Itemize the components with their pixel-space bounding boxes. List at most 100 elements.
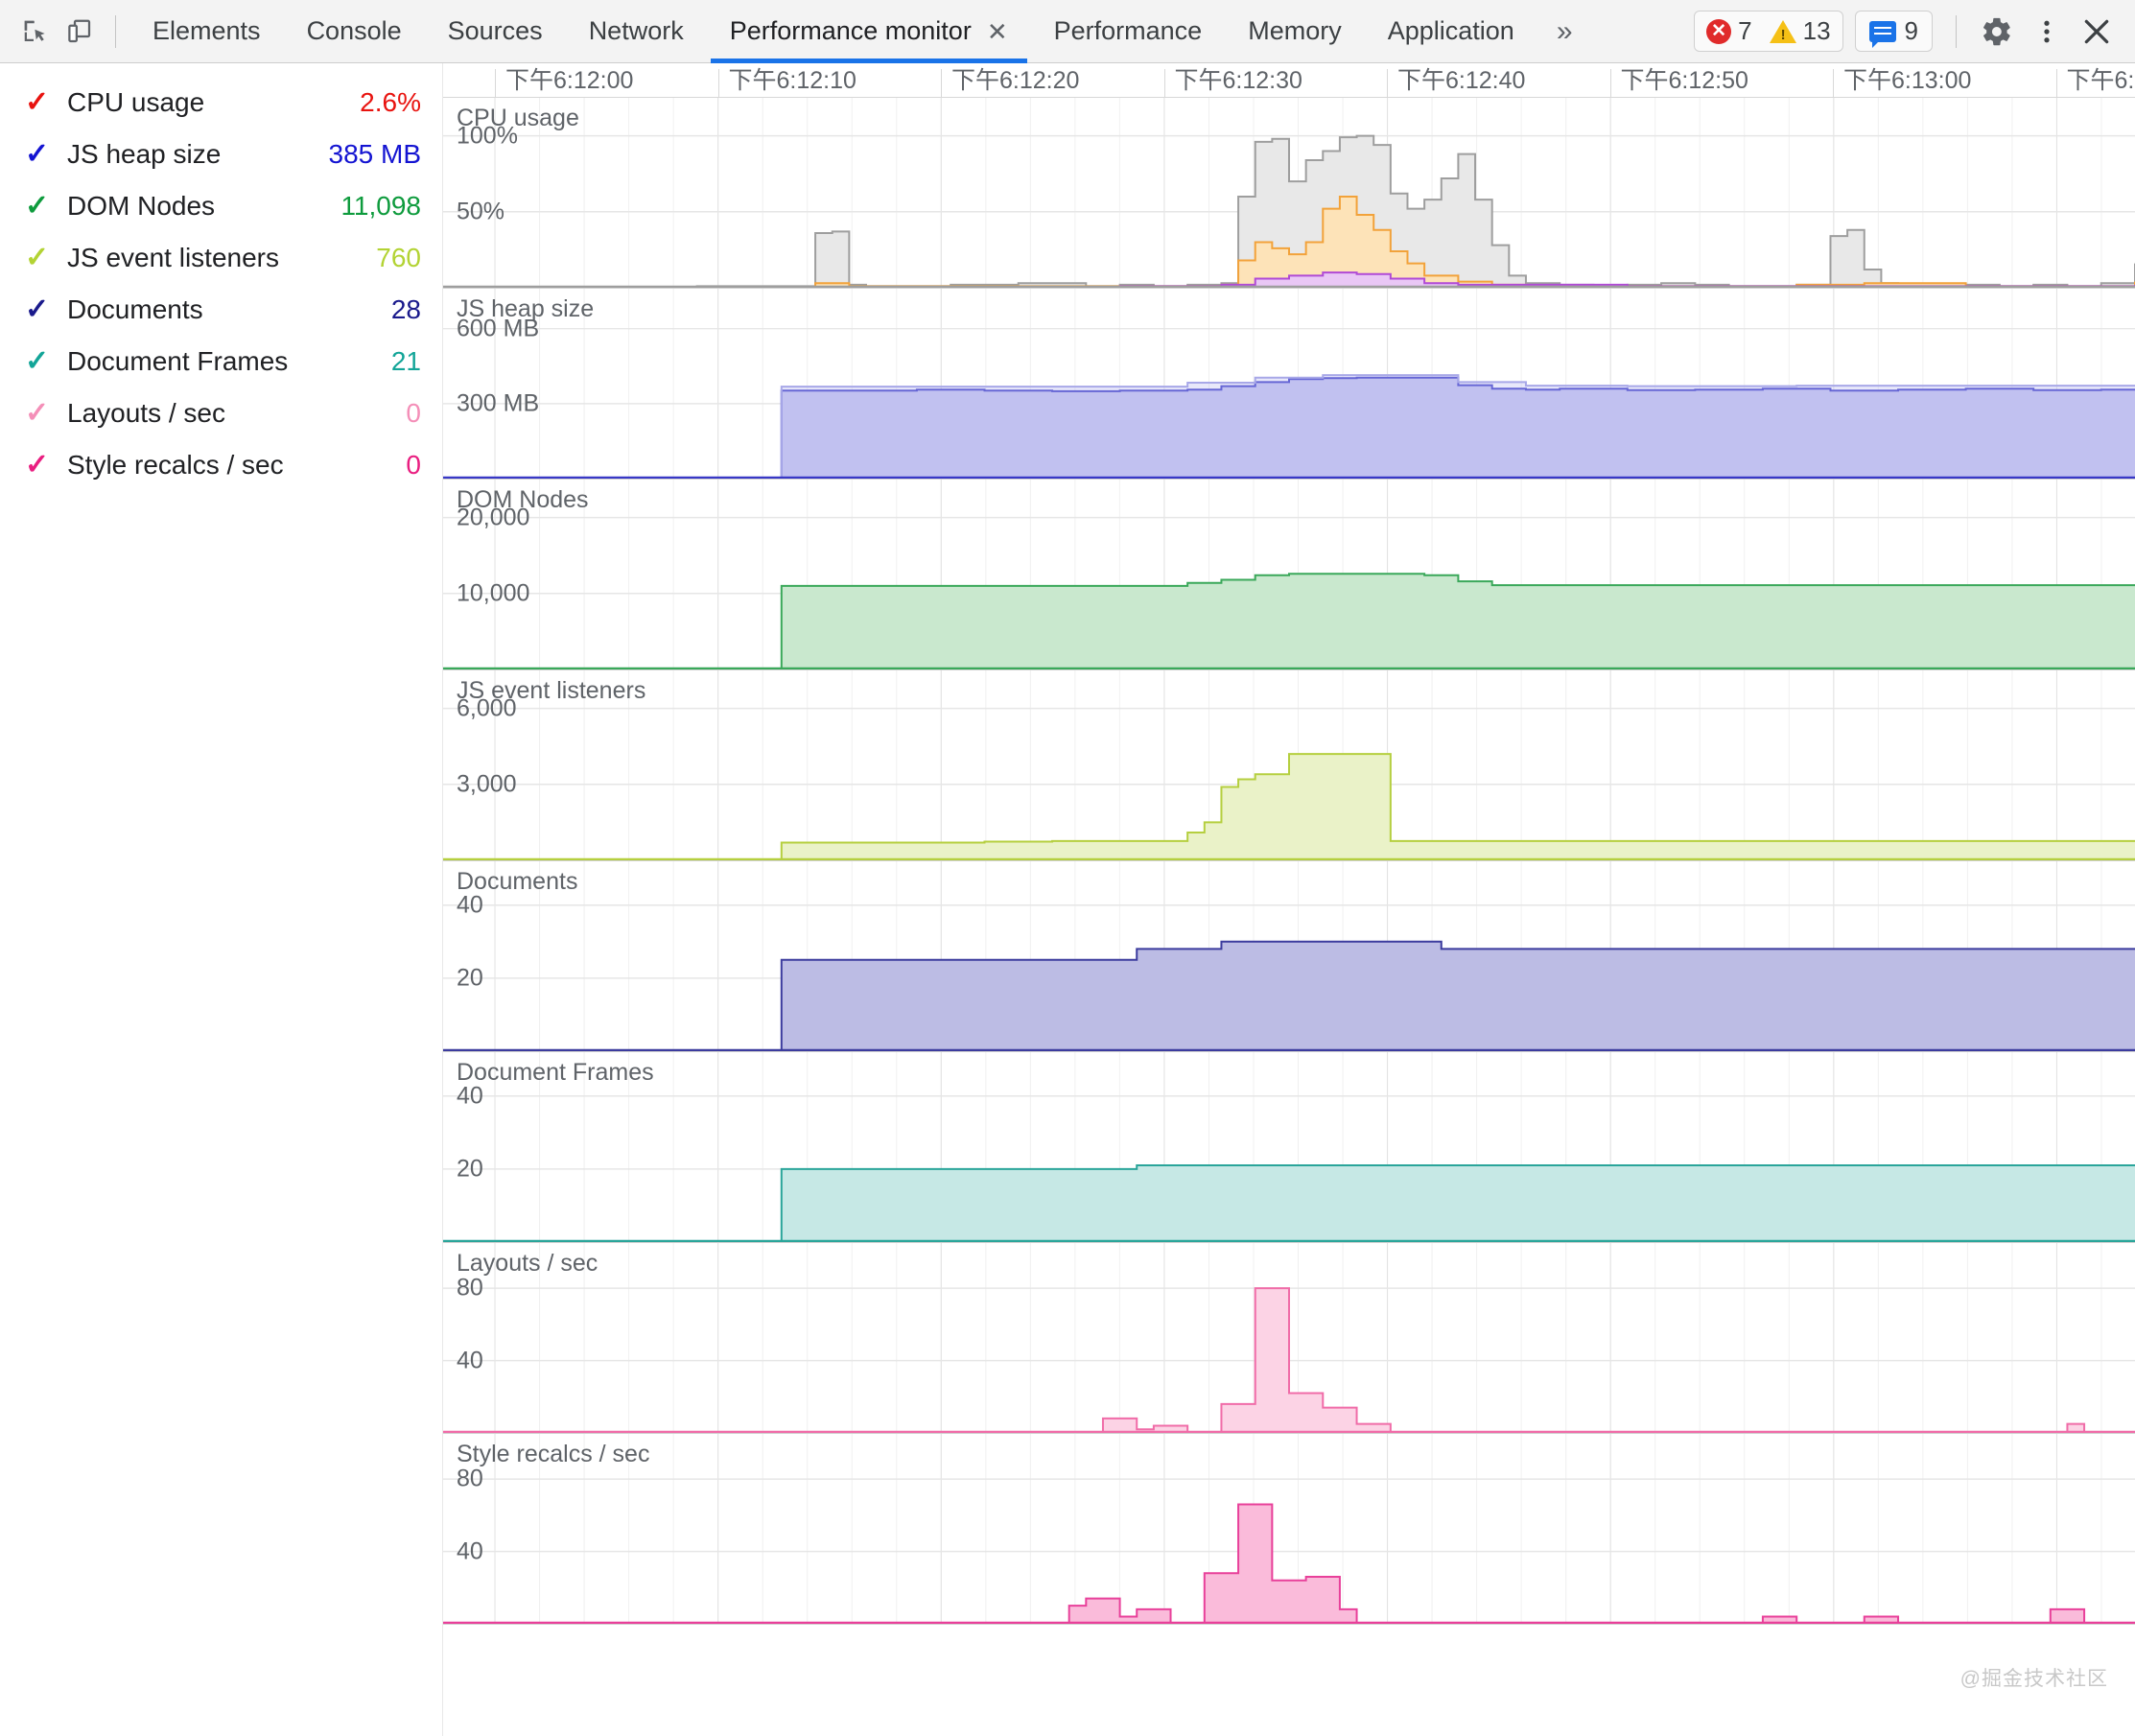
gear-icon[interactable] xyxy=(1972,7,2022,57)
chart-y-tick-label: 600 MB xyxy=(457,315,540,342)
chart-title: Document Frames xyxy=(457,1059,654,1086)
device-toolbar-icon[interactable] xyxy=(58,10,102,54)
error-count: 7 xyxy=(1738,16,1752,45)
timeline-tick-label: 下午6:13:00 xyxy=(1833,69,1971,98)
timeline-tick-label: 下午6:13:10 xyxy=(2055,69,2135,98)
checkmark-icon[interactable]: ✓ xyxy=(25,347,54,376)
tab-performance-monitor[interactable]: Performance monitor ✕ xyxy=(707,0,1031,63)
chart-y-tick-label: 10,000 xyxy=(457,579,530,607)
metric-row-js-heap-size[interactable]: ✓ JS heap size 385 MB xyxy=(0,129,442,180)
performance-monitor-body: ✓ CPU usage 2.6% ✓ JS heap size 385 MB ✓… xyxy=(0,63,2135,1736)
metric-label: JS heap size xyxy=(67,139,222,169)
inspect-element-icon[interactable] xyxy=(13,10,58,54)
metric-row-style-recalcs-per-sec[interactable]: ✓ Style recalcs / sec 0 xyxy=(0,439,442,491)
metric-label: Style recalcs / sec xyxy=(67,450,284,480)
chart-y-tick-label: 80 xyxy=(457,1274,483,1302)
tab-close-icon[interactable]: ✕ xyxy=(987,19,1008,44)
metric-row-js-event-listeners[interactable]: ✓ JS event listeners 760 xyxy=(0,232,442,284)
checkmark-icon[interactable]: ✓ xyxy=(25,295,54,324)
metric-value: 0 xyxy=(406,398,421,428)
tab-memory[interactable]: Memory xyxy=(1225,0,1365,63)
metric-label: JS event listeners xyxy=(67,243,279,272)
metrics-sidebar: ✓ CPU usage 2.6% ✓ JS heap size 385 MB ✓… xyxy=(0,63,443,1736)
chart-plot xyxy=(443,861,2135,1051)
warning-count: 13 xyxy=(1802,16,1831,45)
checkmark-icon[interactable]: ✓ xyxy=(25,88,54,117)
chart-dom-nodes[interactable]: DOM Nodes 20,000 10,000 xyxy=(443,480,2135,670)
chart-layouts-sec[interactable]: Layouts / sec 80 40 xyxy=(443,1243,2135,1434)
tab-application[interactable]: Application xyxy=(1365,0,1537,63)
issues-badge-group[interactable]: ✕ 7 13 xyxy=(1694,11,1843,52)
metric-value: 11,098 xyxy=(340,191,421,221)
panel-tabs: Elements Console Sources Network Perform… xyxy=(129,0,1537,63)
watermark: @掘金技术社区 xyxy=(1959,1668,2108,1690)
chart-y-tick-label: 40 xyxy=(457,891,483,919)
devtools-toolbar: Elements Console Sources Network Perform… xyxy=(0,0,2135,63)
chart-area-frames xyxy=(443,1165,2135,1242)
warning-icon xyxy=(1769,19,1796,43)
metric-row-documents[interactable]: ✓ Documents 28 xyxy=(0,284,442,336)
checkmark-icon[interactable]: ✓ xyxy=(25,451,54,480)
chart-y-tick-label: 6,000 xyxy=(457,694,517,722)
chart-y-tick-label: 40 xyxy=(457,1537,483,1565)
message-icon xyxy=(1868,20,1896,48)
toolbar-right-group: ✕ 7 13 9 xyxy=(1694,7,2122,57)
tab-sources[interactable]: Sources xyxy=(425,0,566,63)
tab-label: Sources xyxy=(447,16,543,45)
tab-label: Performance xyxy=(1053,16,1203,45)
chart-y-tick-label: 50% xyxy=(457,198,505,225)
metric-row-document-frames[interactable]: ✓ Document Frames 21 xyxy=(0,336,442,387)
checkmark-icon[interactable]: ✓ xyxy=(25,399,54,428)
timeline-tick-label: 下午6:12:10 xyxy=(717,69,856,98)
warning-badge[interactable]: 13 xyxy=(1769,16,1831,46)
chart-style-recalcs-sec[interactable]: Style recalcs / sec 80 40 xyxy=(443,1434,2135,1625)
metric-row-layouts-per-sec[interactable]: ✓ Layouts / sec 0 xyxy=(0,387,442,439)
chart-document-frames[interactable]: Document Frames 40 20 xyxy=(443,1052,2135,1243)
checkmark-icon[interactable]: ✓ xyxy=(25,192,54,221)
checkmark-icon[interactable]: ✓ xyxy=(25,140,54,169)
error-badge[interactable]: ✕ 7 xyxy=(1706,16,1752,46)
tab-console[interactable]: Console xyxy=(284,0,425,63)
kebab-menu-icon[interactable] xyxy=(2022,7,2072,57)
timeline-tick-label: 下午6:12:50 xyxy=(1609,69,1748,98)
metric-value: 0 xyxy=(406,450,421,480)
metric-row-dom-nodes[interactable]: ✓ DOM Nodes 11,098 xyxy=(0,180,442,232)
chart-area-dom-nodes xyxy=(443,574,2135,669)
tab-network[interactable]: Network xyxy=(566,0,707,63)
close-icon[interactable] xyxy=(2072,7,2122,57)
checkmark-icon[interactable]: ✓ xyxy=(25,244,54,272)
chart-plot xyxy=(443,289,2135,479)
tab-label: Performance monitor xyxy=(729,16,972,45)
tab-label: Network xyxy=(588,16,684,45)
chart-js-heap-size[interactable]: JS heap size 600 MB 300 MB xyxy=(443,289,2135,480)
metric-value: 2.6% xyxy=(360,87,421,117)
message-badge-group[interactable]: 9 xyxy=(1854,11,1933,52)
chart-cpu-usage[interactable]: CPU usage 100% 50% xyxy=(443,98,2135,289)
error-icon: ✕ xyxy=(1706,18,1732,44)
chart-area-total-heap xyxy=(443,375,2135,479)
chart-documents[interactable]: Documents 40 20 xyxy=(443,861,2135,1052)
metric-value: 760 xyxy=(376,243,421,272)
metric-value: 385 MB xyxy=(328,139,422,169)
chart-title: Style recalcs / sec xyxy=(457,1441,650,1467)
chart-plot xyxy=(443,480,2135,669)
chart-js-event-listeners[interactable]: JS event listeners 6,000 3,000 xyxy=(443,670,2135,861)
toolbar-divider xyxy=(115,14,116,48)
chart-area-style-recalcs xyxy=(443,1504,2135,1624)
tab-elements[interactable]: Elements xyxy=(129,0,284,63)
chart-plot xyxy=(443,1243,2135,1433)
message-count: 9 xyxy=(1904,16,1918,45)
metric-value: 21 xyxy=(390,346,421,376)
metric-label: Layouts / sec xyxy=(67,398,225,428)
charts-pane[interactable]: 下午6:12:00 下午6:12:10 下午6:12:20 下午6:12:30 下午6:… xyxy=(443,63,2135,1736)
metric-row-cpu-usage[interactable]: ✓ CPU usage 2.6% xyxy=(0,77,442,129)
timeline-tick-label: 下午6:12:20 xyxy=(941,69,1079,98)
more-tabs-chevron-icon[interactable]: » xyxy=(1537,0,1592,63)
chart-plot xyxy=(443,1052,2135,1242)
timeline-tick-label: 下午6:12:40 xyxy=(1387,69,1525,98)
charts-host: CPU usage 100% 50% JS heap size 600 MB 300 MB… xyxy=(443,98,2135,1625)
metric-label: Documents xyxy=(67,294,203,324)
tab-label: Application xyxy=(1387,16,1514,45)
tab-performance[interactable]: Performance xyxy=(1031,0,1226,63)
timeline-tick-label: 下午6:12:00 xyxy=(495,69,633,98)
